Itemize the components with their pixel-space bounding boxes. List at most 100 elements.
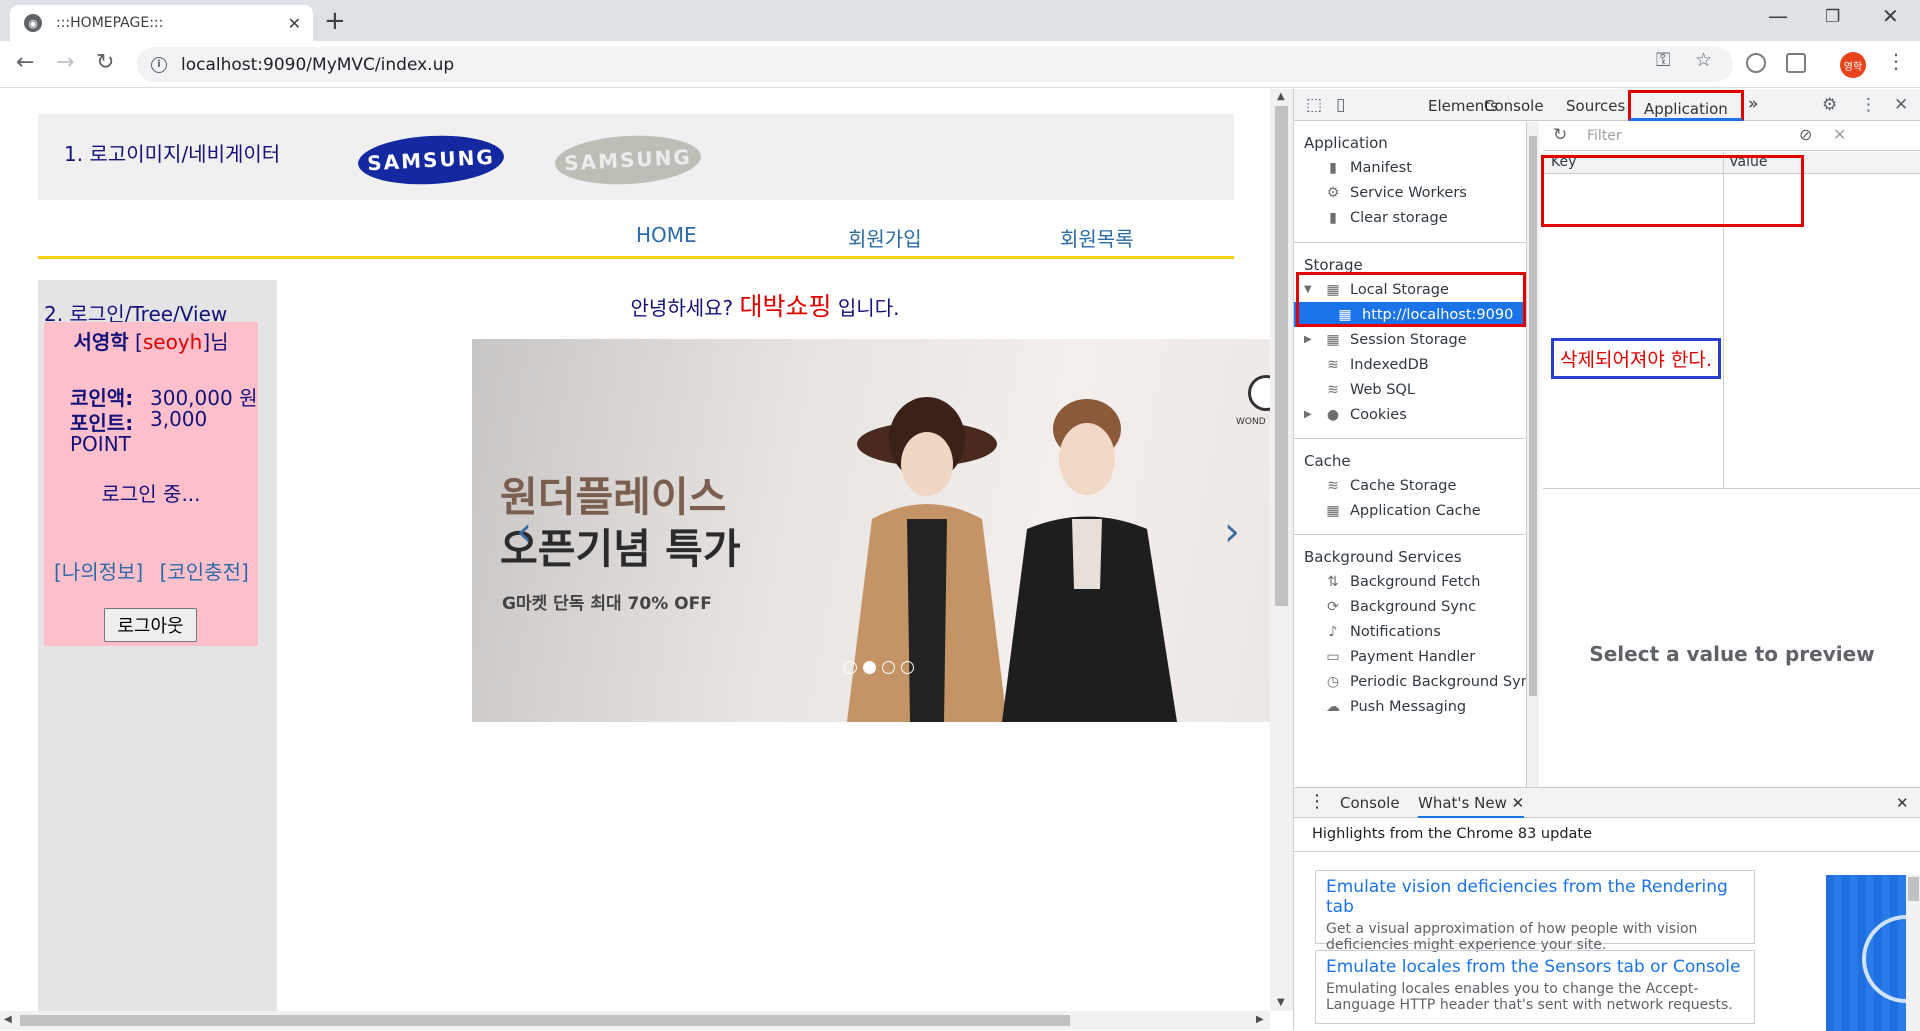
browser-tabstrip: ◉ :::HOMEPAGE::: ✕ + — ❐ ✕ (0, 0, 1920, 41)
devtools-drawer: ⋮ Console What's New ✕ ✕ Highlights from… (1294, 787, 1920, 1031)
inspect-element-icon[interactable]: ⬚ (1306, 95, 1322, 115)
sidebar-item-indexeddb[interactable]: ≋ IndexedDB (1304, 352, 1429, 377)
settings-gear-icon[interactable]: ⚙ (1822, 95, 1837, 115)
sidebar-item-cache-storage[interactable]: ≋ Cache Storage (1304, 473, 1456, 498)
table-icon: ▦ (1326, 502, 1340, 519)
browser-tab[interactable]: ◉ :::HOMEPAGE::: ✕ (10, 5, 313, 41)
close-tab-icon[interactable]: ✕ (1512, 794, 1525, 812)
scroll-right-icon[interactable]: ▶ (1256, 1014, 1264, 1025)
greeting-post: 입니다. (831, 296, 900, 320)
sidebar-item-clear-storage[interactable]: ▮ Clear storage (1304, 205, 1448, 230)
drawer-menu-icon[interactable]: ⋮ (1308, 791, 1326, 812)
banner-carousel[interactable]: 원더플레이스 오픈기념 특가 G마켓 단독 최대 70% OFF WOND ‹ … (472, 339, 1270, 722)
divider (1294, 851, 1920, 852)
forward-icon[interactable]: → (56, 51, 74, 75)
reload-icon[interactable]: ↻ (96, 51, 114, 75)
sidebar-item-web-sql[interactable]: ≋ Web SQL (1304, 377, 1415, 402)
card-title[interactable]: Emulate vision deficiencies from the Ren… (1326, 877, 1744, 917)
filter-input[interactable]: Filter (1581, 126, 1771, 147)
address-bar[interactable]: i localhost:9090/MyMVC/index.up (137, 47, 1733, 82)
nav-home[interactable]: HOME (636, 223, 697, 247)
storage-toolbar: ↻ Filter ⊘ ✕ (1543, 122, 1920, 151)
logo-text: SAMSUNG (366, 144, 496, 176)
refresh-icon[interactable]: ↻ (1553, 125, 1567, 145)
slide-dot-1[interactable] (844, 661, 857, 674)
whats-new-card[interactable]: Emulate locales from the Sensors tab or … (1315, 950, 1755, 1024)
sidebar-item-background-fetch[interactable]: ⇅ Background Fetch (1304, 569, 1480, 594)
devtools-menu-icon[interactable]: ⋮ (1860, 95, 1877, 115)
back-icon[interactable]: ← (16, 51, 34, 75)
sidebar-item-push-messaging[interactable]: ☁ Push Messaging (1304, 694, 1466, 719)
extension-icon[interactable] (1746, 53, 1766, 73)
window-close-icon[interactable]: ✕ (1882, 4, 1899, 28)
bookmark-star-icon[interactable]: ☆ (1695, 49, 1712, 71)
tab-console[interactable]: Console (1484, 97, 1544, 115)
close-drawer-icon[interactable]: ✕ (1896, 794, 1909, 812)
site-info-icon[interactable]: i (151, 56, 167, 73)
sidebar-item-cookies[interactable]: ▶ ● Cookies (1304, 402, 1407, 427)
samsung-logo-blue[interactable]: SAMSUNG (356, 132, 506, 188)
scroll-left-icon[interactable]: ◀ (4, 1014, 12, 1025)
new-tab-icon[interactable]: + (324, 8, 346, 34)
menu-kebab-icon[interactable]: ⋮ (1886, 49, 1906, 73)
close-tab-icon[interactable]: ✕ (288, 14, 301, 33)
sidebar-item-service-workers[interactable]: ⚙ Service Workers (1304, 180, 1467, 205)
device-toolbar-icon[interactable]: ▯ (1336, 95, 1345, 115)
logout-button[interactable]: 로그아웃 (104, 608, 197, 642)
divider (1294, 534, 1526, 535)
nav-signup[interactable]: 회원가입 (848, 223, 922, 252)
slide-dot-3[interactable] (882, 661, 895, 674)
user-name: 서영학 (73, 330, 129, 354)
slide-dot-4[interactable] (901, 661, 914, 674)
card-title[interactable]: Emulate locales from the Sensors tab or … (1326, 957, 1744, 977)
cast-icon[interactable] (1786, 53, 1806, 73)
item-label: Periodic Background Sync (1350, 673, 1527, 690)
key-icon[interactable]: ⚿ (1656, 49, 1670, 71)
sidebar-item-application-cache[interactable]: ▦ Application Cache (1304, 498, 1480, 523)
prev-slide-icon[interactable]: ‹ (516, 509, 532, 555)
main-nav: HOME 회원가입 회원목록 (38, 218, 1234, 259)
scroll-down-icon[interactable]: ▼ (1277, 997, 1285, 1008)
whats-new-card[interactable]: Emulate vision deficiencies from the Ren… (1315, 870, 1755, 953)
sidebar-scrollbar[interactable] (1527, 122, 1539, 787)
section-cache: Cache (1304, 452, 1351, 470)
samsung-logo-gray[interactable]: SAMSUNG (553, 132, 703, 188)
scroll-up-icon[interactable]: ▲ (1277, 91, 1285, 102)
next-slide-icon[interactable]: › (1224, 509, 1240, 555)
sidebar-scroll-thumb[interactable] (1529, 136, 1537, 696)
item-label: Clear storage (1350, 209, 1448, 226)
close-devtools-icon[interactable]: ✕ (1894, 95, 1908, 115)
clock-icon: ◷ (1326, 673, 1340, 690)
more-tabs-icon[interactable]: » (1748, 94, 1758, 114)
sidebar-item-background-sync[interactable]: ⟳ Background Sync (1304, 594, 1476, 619)
drawer-tab-whats-new[interactable]: What's New ✕ (1418, 794, 1525, 818)
profile-avatar[interactable]: 영학 (1840, 52, 1866, 78)
collapse-triangle-icon[interactable]: ▶ (1304, 334, 1318, 345)
globe-icon: ◉ (24, 14, 42, 32)
page-scroll-thumb[interactable] (1275, 106, 1288, 606)
point-value: 3,000 (150, 407, 208, 431)
drawer-tab-console[interactable]: Console (1340, 794, 1400, 812)
preview-placeholder: Select a value to preview (1589, 642, 1875, 666)
collapse-triangle-icon[interactable]: ▶ (1304, 409, 1318, 420)
restore-icon[interactable]: ❐ (1825, 7, 1840, 27)
sidebar-item-manifest[interactable]: ▮ Manifest (1304, 155, 1412, 180)
delete-selected-icon[interactable]: ✕ (1833, 125, 1846, 144)
drawer-scroll-thumb[interactable] (1908, 877, 1919, 901)
sidebar-item-notifications[interactable]: ♪ Notifications (1304, 619, 1441, 644)
drawer-scrollbar[interactable] (1906, 875, 1920, 1031)
page-horizontal-scrollbar[interactable]: ◀ ▶ (0, 1011, 1270, 1030)
sidebar-item-session-storage[interactable]: ▶ ▦ Session Storage (1304, 327, 1467, 352)
page-vertical-scrollbar[interactable]: ▲ ▼ (1270, 89, 1293, 1011)
tab-application[interactable]: Application (1628, 90, 1744, 121)
browser-toolbar: ← → ↻ i localhost:9090/MyMVC/index.up ⚿ … (0, 41, 1920, 88)
nav-member-list[interactable]: 회원목록 (1060, 223, 1134, 252)
tab-sources[interactable]: Sources (1566, 97, 1625, 115)
account-links[interactable]: [나의정보] [코인충전] (54, 556, 249, 585)
sidebar-item-payment-handler[interactable]: ▭ Payment Handler (1304, 644, 1475, 669)
clear-all-icon[interactable]: ⊘ (1799, 125, 1812, 144)
page-hscroll-thumb[interactable] (20, 1015, 1070, 1026)
minimize-icon[interactable]: — (1768, 4, 1788, 28)
slide-dot-2[interactable] (863, 661, 876, 674)
sidebar-item-periodic-background-sync[interactable]: ◷ Periodic Background Sync (1304, 669, 1527, 694)
